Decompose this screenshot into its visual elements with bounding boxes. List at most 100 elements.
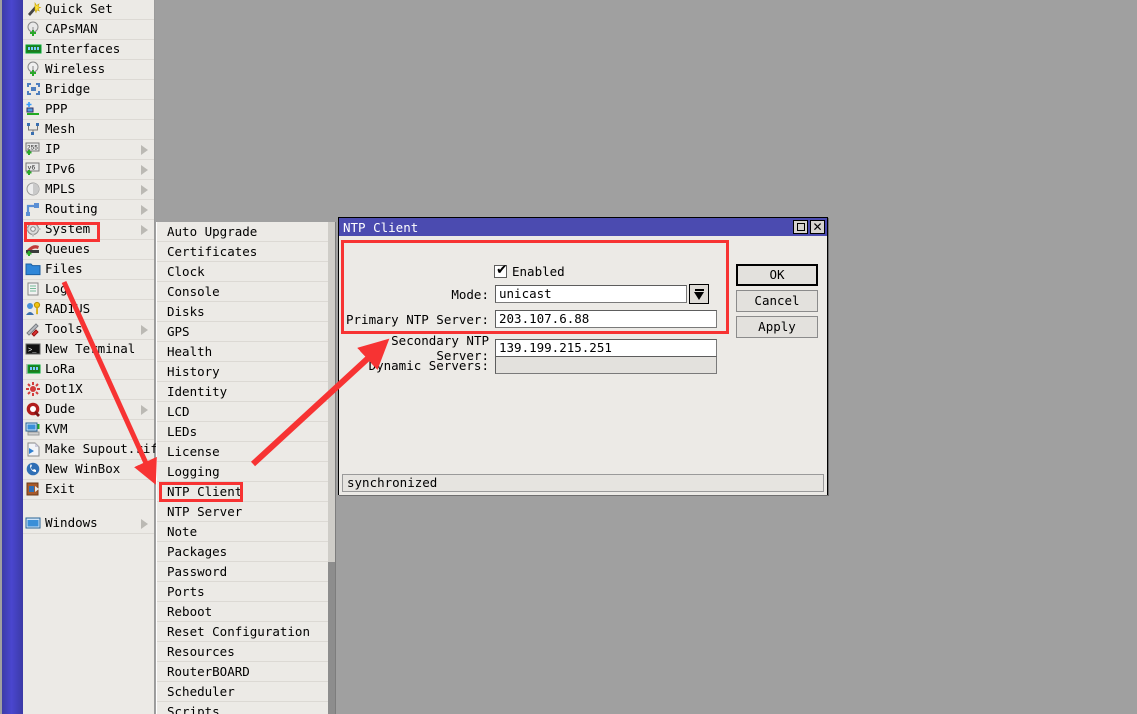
submenu-item-resources[interactable]: Resources: [157, 642, 335, 662]
sidebar-item-quick-set[interactable]: Quick Set: [23, 0, 154, 20]
submenu-item-license[interactable]: License: [157, 442, 335, 462]
sidebar-item-label: Log: [45, 281, 68, 297]
submenu-item-routerboard[interactable]: RouterBOARD: [157, 662, 335, 682]
submenu-item-auto-upgrade[interactable]: Auto Upgrade: [157, 222, 335, 242]
sidebar-item-lora[interactable]: LoRa: [23, 360, 154, 380]
sidebar-item-system[interactable]: System: [23, 220, 154, 240]
mpls-icon: [25, 181, 43, 198]
sidebar-item-label: IP: [45, 141, 61, 157]
primary-ntp-server-input[interactable]: 203.107.6.88: [495, 310, 717, 328]
enabled-checkbox[interactable]: ✔: [494, 263, 508, 278]
submenu-item-scripts[interactable]: Scripts: [157, 702, 335, 714]
submenu-item-packages[interactable]: Packages: [157, 542, 335, 562]
sidebar-item-new-winbox[interactable]: New WinBox: [23, 460, 154, 480]
quickset-icon: [25, 1, 43, 18]
submenu-item-leds[interactable]: LEDs: [157, 422, 335, 442]
sidebar-item-capsman[interactable]: CAPsMAN: [23, 20, 154, 40]
sidebar-item-mpls[interactable]: MPLS: [23, 180, 154, 200]
sidebar-item-label: New Terminal: [45, 341, 136, 357]
dude-icon: [25, 401, 43, 418]
submenu-item-reset-configuration[interactable]: Reset Configuration: [157, 622, 335, 642]
system-icon: [25, 221, 43, 238]
sidebar-item-queues[interactable]: Queues: [23, 240, 154, 260]
sidebar-item-label: KVM: [45, 421, 68, 437]
submenu-item-reboot[interactable]: Reboot: [157, 602, 335, 622]
sidebar-item-ipv6[interactable]: v6 IPv6: [23, 160, 154, 180]
submenu-item-health[interactable]: Health: [157, 342, 335, 362]
sidebar-item-label: New WinBox: [45, 461, 121, 477]
submenu-item-console[interactable]: Console: [157, 282, 335, 302]
sidebar-item-new-terminal[interactable]: >_ New Terminal: [23, 340, 154, 360]
submenu-item-note[interactable]: Note: [157, 522, 335, 542]
bridge-icon: [25, 81, 43, 98]
sidebar-item-label: MPLS: [45, 181, 76, 197]
sidebar-item-dude[interactable]: Dude: [23, 400, 154, 420]
submenu-item-history[interactable]: History: [157, 362, 335, 382]
sidebar-item-files[interactable]: Files: [23, 260, 154, 280]
wireless-icon: [25, 61, 43, 78]
cancel-button[interactable]: Cancel: [736, 290, 818, 312]
chevron-down-icon[interactable]: [689, 284, 709, 304]
sidebar-item-exit[interactable]: Exit: [23, 480, 154, 500]
submenu-item-password[interactable]: Password: [157, 562, 335, 582]
tools-icon: [25, 321, 43, 338]
sidebar-item-tools[interactable]: Tools: [23, 320, 154, 340]
sidebar-item-interfaces[interactable]: Interfaces: [23, 40, 154, 60]
ip-icon: 255: [25, 141, 43, 158]
sidebar-item-label: System: [45, 221, 91, 237]
winbox-icon: [25, 461, 43, 478]
system-submenu[interactable]: Auto Upgrade Certificates Clock Console Disk…: [156, 222, 336, 714]
queues-icon: [25, 241, 43, 258]
files-icon: [25, 261, 43, 278]
sidebar-item-radius[interactable]: RADIUS: [23, 300, 154, 320]
submenu-item-logging[interactable]: Logging: [157, 462, 335, 482]
maximize-icon[interactable]: [793, 220, 808, 234]
mode-input[interactable]: unicast: [495, 285, 687, 303]
sidebar-item-label: RADIUS: [45, 301, 91, 317]
main-menu[interactable]: Quick Set CAPsMAN Interfaces Wireless Bridge…: [23, 0, 158, 714]
submenu-item-clock[interactable]: Clock: [157, 262, 335, 282]
sidebar-item-make-supout-rif[interactable]: Make Supout.rif: [23, 440, 158, 460]
mode-label: Mode:: [451, 286, 489, 302]
submenu-item-lcd[interactable]: LCD: [157, 402, 335, 422]
sidebar-item-windows[interactable]: Windows: [23, 514, 154, 534]
dialog-titlebar[interactable]: NTP Client ✕: [339, 218, 827, 236]
brand-sidebar: RouterOS WinBox: [2, 0, 23, 714]
submenu-item-ports[interactable]: Ports: [157, 582, 335, 602]
submenu-item-ntp-server[interactable]: NTP Server: [157, 502, 335, 522]
sidebar-item-kvm[interactable]: KVM: [23, 420, 154, 440]
supout-icon: [25, 441, 43, 458]
ok-button[interactable]: OK: [736, 264, 818, 286]
exit-icon: [25, 481, 43, 498]
sidebar-item-label: Mesh: [45, 121, 76, 137]
submenu-arrow-icon: [141, 205, 148, 215]
sidebar-item-dot1x[interactable]: Dot1X: [23, 380, 154, 400]
sidebar-item-mesh[interactable]: Mesh: [23, 120, 154, 140]
secondary-ntp-server-input[interactable]: 139.199.215.251: [495, 339, 717, 357]
primary-ntp-server-row: Primary NTP Server: 203.107.6.88: [345, 310, 717, 328]
log-icon: [25, 281, 43, 298]
submenu-arrow-icon: [141, 405, 148, 415]
sidebar-item-label: PPP: [45, 101, 68, 117]
lora-icon: [25, 361, 43, 378]
submenu-item-scheduler[interactable]: Scheduler: [157, 682, 335, 702]
submenu-scrollbar[interactable]: [328, 222, 335, 714]
sidebar-item-bridge[interactable]: Bridge: [23, 80, 154, 100]
sidebar-item-routing[interactable]: Routing: [23, 200, 154, 220]
dot1x-icon: [25, 381, 43, 398]
sidebar-item-ppp[interactable]: PPP: [23, 100, 154, 120]
submenu-item-identity[interactable]: Identity: [157, 382, 335, 402]
sidebar-item-log[interactable]: Log: [23, 280, 154, 300]
submenu-arrow-icon: [141, 519, 148, 529]
submenu-item-disks[interactable]: Disks: [157, 302, 335, 322]
submenu-scrollbar-thumb[interactable]: [328, 562, 335, 714]
close-icon[interactable]: ✕: [810, 220, 825, 234]
sidebar-item-ip[interactable]: 255 IP: [23, 140, 154, 160]
dialog-title: NTP Client: [343, 219, 419, 235]
dialog-button-column: OK Cancel Apply: [736, 264, 818, 342]
sidebar-item-wireless[interactable]: Wireless: [23, 60, 154, 80]
submenu-item-gps[interactable]: GPS: [157, 322, 335, 342]
submenu-item-ntp-client[interactable]: NTP Client: [157, 482, 335, 502]
apply-button[interactable]: Apply: [736, 316, 818, 338]
submenu-item-certificates[interactable]: Certificates: [157, 242, 335, 262]
